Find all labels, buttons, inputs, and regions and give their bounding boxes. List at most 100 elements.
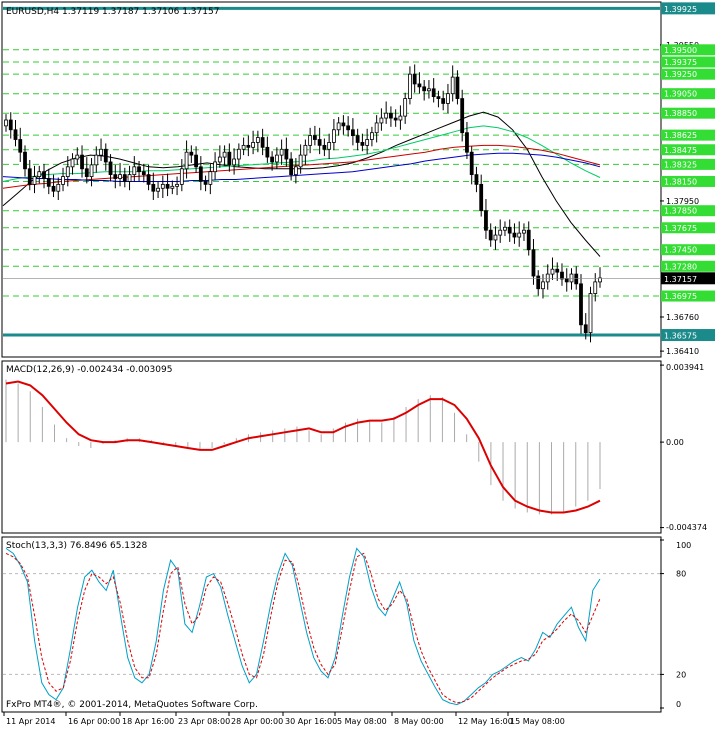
level-label: 1.37850 xyxy=(664,207,697,216)
candle-body xyxy=(94,154,99,166)
candle-body xyxy=(350,129,355,137)
candle-body xyxy=(517,232,522,238)
stoch-tick-label: 20 xyxy=(676,670,686,679)
candle-body xyxy=(293,166,298,176)
macd-panel-title: MACD(12,26,9) -0.002434 -0.003095 xyxy=(6,365,172,375)
candle-body xyxy=(84,168,89,177)
candle-body xyxy=(289,158,294,176)
price-panel-title: EURUSD,H4 1.37119 1.37187 1.37106 1.3715… xyxy=(6,7,219,17)
time-axis: 11 Apr 2014 16 Apr 00:00 18 Apr 16:00 23 Ap… xyxy=(3,712,565,726)
candle-body xyxy=(536,275,541,290)
candle-body xyxy=(151,183,156,192)
candle-body xyxy=(312,135,317,140)
candle-body xyxy=(251,142,256,148)
candle-body xyxy=(417,83,422,88)
time-tick-label: 30 Apr 16:00 xyxy=(285,717,337,726)
candle-body xyxy=(488,229,493,241)
candle-body xyxy=(389,112,393,119)
axis-tick-label: 1.37950 xyxy=(666,197,699,206)
candle-body xyxy=(298,154,303,168)
candle-body xyxy=(236,148,241,160)
candle-body xyxy=(303,144,308,156)
candle-body xyxy=(583,324,588,333)
time-tick-label: 28 Apr 00:00 xyxy=(231,717,283,726)
candle-body xyxy=(51,185,56,192)
candle-body xyxy=(465,132,469,153)
level-label: 1.38475 xyxy=(664,146,697,155)
candle-body xyxy=(498,229,503,236)
candle-body xyxy=(346,125,351,131)
candle-body xyxy=(564,278,569,283)
level-label: 1.38325 xyxy=(664,160,697,169)
macd-tick-label: 0.003941 xyxy=(666,363,704,372)
candle-body xyxy=(336,122,341,131)
candle-body xyxy=(427,88,431,92)
candle-body xyxy=(246,144,251,148)
candle-body xyxy=(469,151,474,176)
candle-body xyxy=(160,183,165,189)
candle-body xyxy=(393,117,398,121)
stoch-tick-label: 0 xyxy=(676,700,681,709)
candle-body xyxy=(512,232,517,238)
level-label: 1.37280 xyxy=(664,262,697,271)
stoch-panel[interactable] xyxy=(1,536,662,713)
level-label: 1.38625 xyxy=(664,131,697,140)
candle-body xyxy=(441,98,446,104)
candle-body xyxy=(360,142,365,146)
candle-body xyxy=(46,178,51,187)
candle-body xyxy=(531,249,536,277)
candle-body xyxy=(18,139,23,153)
candle-body xyxy=(4,119,8,127)
candle-body xyxy=(550,268,555,275)
candle-body xyxy=(436,96,441,99)
candle-body xyxy=(374,122,379,134)
candle-body xyxy=(322,144,327,150)
candle-body xyxy=(265,146,270,158)
candle-body xyxy=(56,183,61,192)
stoch-tick-label: 100 xyxy=(676,541,691,550)
candle-body xyxy=(593,281,598,294)
current-price-label: 1.37157 xyxy=(664,275,697,284)
time-tick-label: 12 May 16:00 xyxy=(458,717,513,726)
candle-body xyxy=(379,117,384,124)
candle-body xyxy=(213,161,217,173)
candle-body xyxy=(141,171,146,176)
candle-body xyxy=(555,268,560,273)
price-axis: 1.399251.395501.395001.393751.392501.390… xyxy=(660,2,715,356)
candle-body xyxy=(103,148,108,163)
candle-body xyxy=(170,185,175,189)
candle-body xyxy=(255,137,260,143)
stoch-tick-label: 80 xyxy=(676,570,686,579)
candle-body xyxy=(398,115,403,121)
macd-panel[interactable] xyxy=(1,360,662,534)
candle-body xyxy=(574,273,579,285)
candle-body xyxy=(408,73,412,99)
candle-body xyxy=(327,142,332,150)
watermark: FxPro MT4®, © 2001-2014, MetaQuotes Soft… xyxy=(6,700,258,710)
time-tick-label: 16 Apr 00:00 xyxy=(68,717,120,726)
price-panel[interactable] xyxy=(1,1,662,358)
macd-tick-label: 0.00 xyxy=(666,438,684,447)
candle-body xyxy=(184,151,189,170)
candle-body xyxy=(127,174,132,182)
axis-tick-label: 1.36760 xyxy=(666,313,699,322)
candle-body xyxy=(99,148,103,156)
level-label: 1.39925 xyxy=(664,5,697,14)
level-label: 1.39050 xyxy=(664,90,697,99)
trading-chart[interactable]: 1.399251.395501.395001.393751.392501.390… xyxy=(0,0,717,729)
candle-body xyxy=(137,166,141,173)
candle-body xyxy=(222,151,227,158)
axis-tick-label: 1.36410 xyxy=(666,347,699,356)
candle-body xyxy=(8,119,13,131)
candle-body xyxy=(370,132,374,140)
candle-body xyxy=(194,154,198,168)
candle-body xyxy=(32,176,37,185)
candle-body xyxy=(27,168,32,185)
level-label: 1.37675 xyxy=(664,224,697,233)
candle-body xyxy=(450,76,455,95)
candle-body xyxy=(61,176,65,185)
candle-body xyxy=(122,174,127,182)
candle-body xyxy=(331,129,336,143)
candle-body xyxy=(484,210,488,231)
time-tick-label: 23 Apr 08:00 xyxy=(178,717,230,726)
